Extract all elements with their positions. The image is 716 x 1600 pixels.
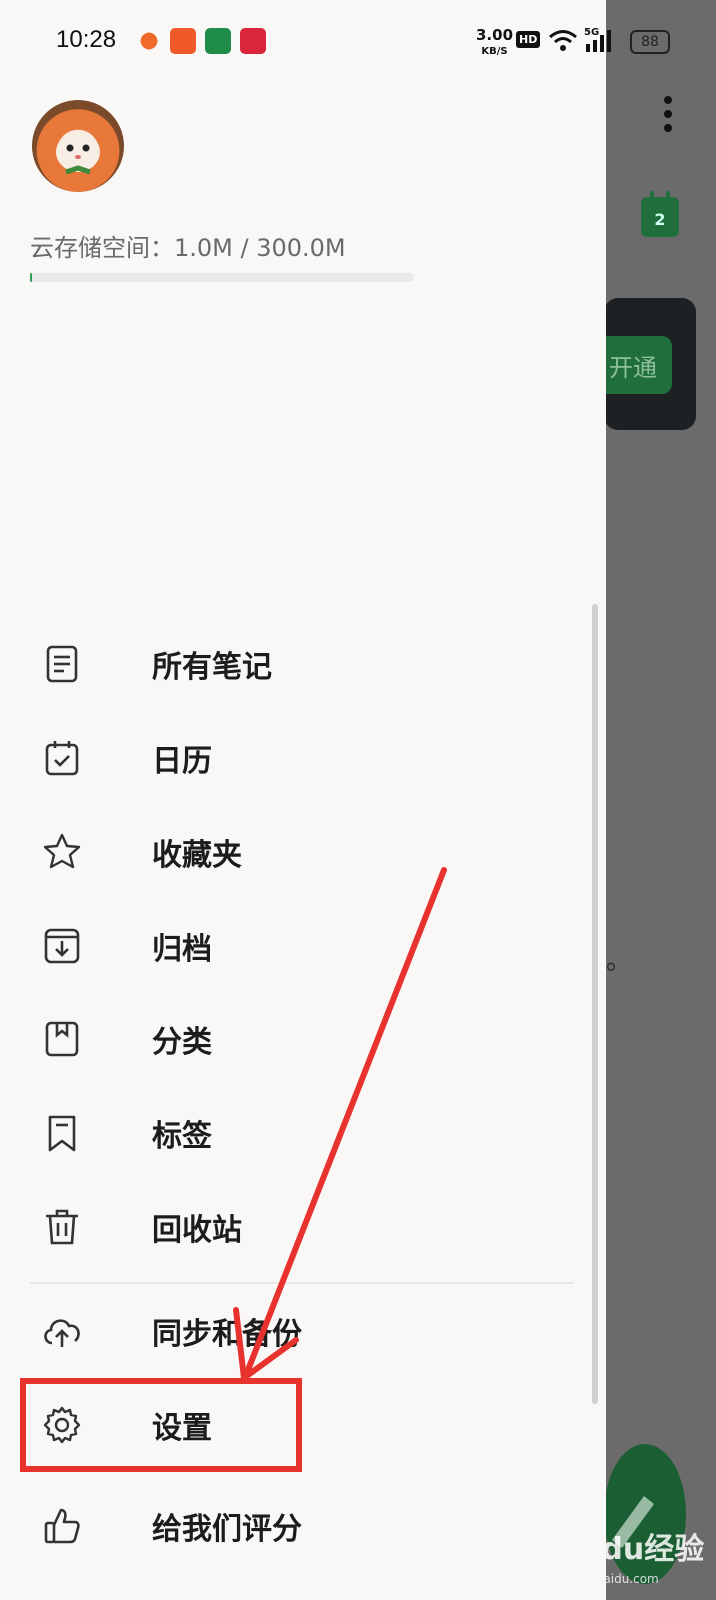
annotation-arrow	[233, 867, 447, 1381]
annotation-highlight-box	[20, 1378, 302, 1472]
